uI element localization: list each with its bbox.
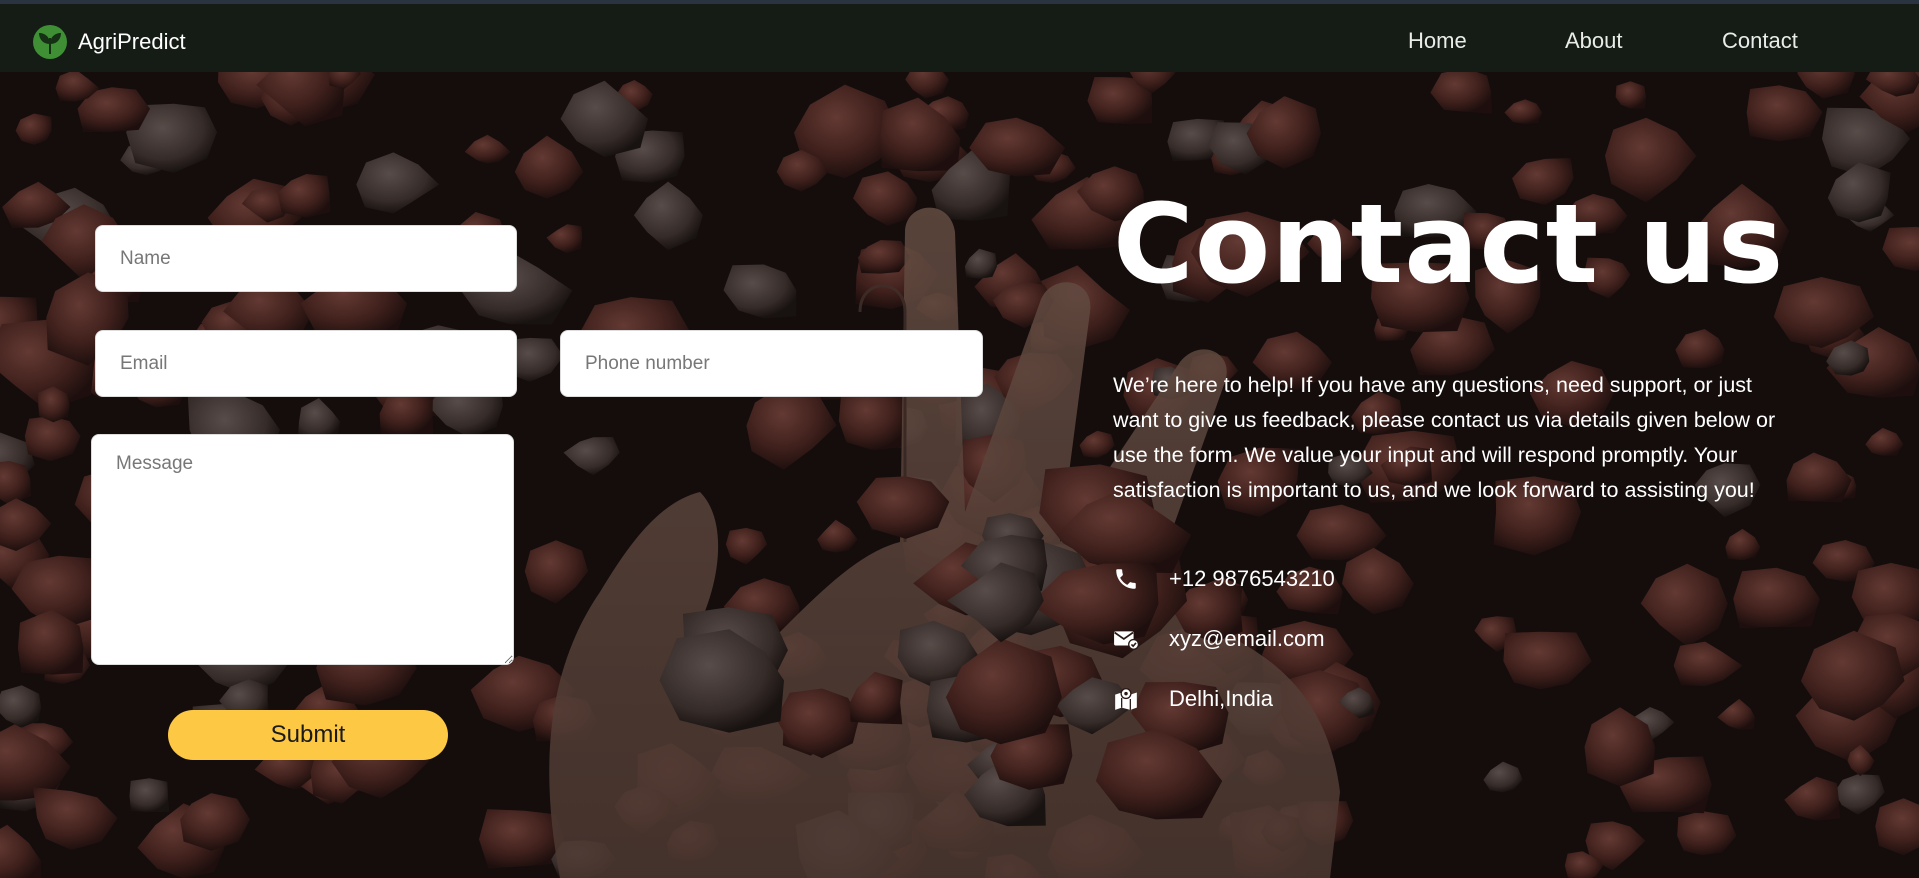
- email-input[interactable]: [95, 330, 517, 397]
- brand[interactable]: AgriPredict: [32, 24, 186, 60]
- email-row: xyz@email.com: [1113, 626, 1325, 652]
- submit-button[interactable]: Submit: [168, 710, 448, 760]
- contact-description: We’re here to help! If you have any ques…: [1113, 373, 1776, 502]
- location-text: Delhi,India: [1169, 686, 1273, 711]
- nav-home-link[interactable]: Home: [1408, 28, 1467, 54]
- name-input[interactable]: [95, 225, 517, 292]
- message-textarea[interactable]: [91, 434, 514, 665]
- phone-input[interactable]: [560, 330, 983, 397]
- page-title: Contact us: [1113, 180, 1785, 308]
- phone-row: +12 9876543210: [1113, 566, 1335, 592]
- contact-hero: Submit Contact us We’re here to help! If…: [0, 72, 1919, 878]
- navbar: AgriPredict Home About Contact: [0, 4, 1919, 72]
- brand-name: AgriPredict: [78, 29, 186, 54]
- map-location-icon: [1115, 688, 1137, 710]
- email-address: xyz@email.com: [1169, 626, 1325, 651]
- mail-check-icon: [1114, 631, 1139, 650]
- phone-number: +12 9876543210: [1169, 566, 1335, 591]
- phone-icon: [1116, 569, 1136, 589]
- nav-about-link[interactable]: About: [1565, 28, 1623, 54]
- leaf-logo-icon: [33, 25, 67, 59]
- nav-contact-link[interactable]: Contact: [1722, 28, 1798, 54]
- location-row: Delhi,India: [1113, 686, 1273, 712]
